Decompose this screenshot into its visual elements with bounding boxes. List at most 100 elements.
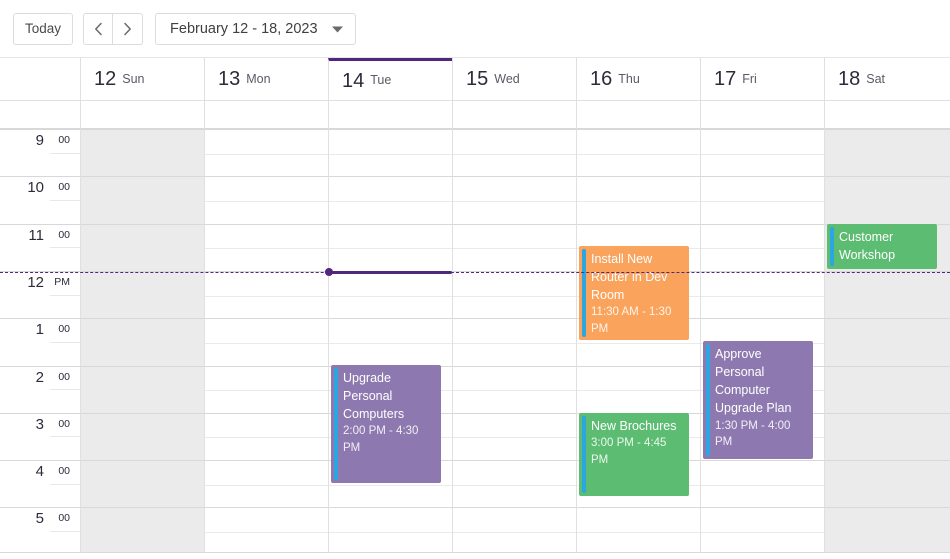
day-column-sun[interactable]	[80, 129, 204, 553]
hour-cell[interactable]	[329, 223, 452, 271]
hour-cell[interactable]	[825, 129, 950, 176]
hour-cell[interactable]	[205, 129, 328, 176]
hour-cell[interactable]	[81, 318, 204, 365]
time-slot-label: 5 00	[0, 507, 80, 554]
hour-text: 3	[35, 415, 44, 433]
all-day-cell-sun[interactable]	[80, 101, 204, 129]
hour-cell[interactable]	[701, 129, 824, 176]
hour-cell[interactable]	[81, 412, 204, 460]
hour-cell[interactable]	[453, 412, 576, 460]
all-day-cell-tue[interactable]	[328, 101, 452, 129]
hour-cell[interactable]	[81, 270, 204, 318]
time-slot-label: 2 00	[0, 365, 80, 413]
calendar-event[interactable]: New Brochures 3:00 PM - 4:45 PM	[579, 413, 689, 496]
day-column-mon[interactable]	[204, 129, 328, 553]
hour-cell[interactable]	[453, 507, 576, 554]
hour-cell[interactable]	[577, 176, 700, 223]
hour-cell[interactable]	[825, 507, 950, 554]
previous-week-button[interactable]	[83, 12, 114, 45]
event-time-range: 11:30 AM - 1:30 PM	[591, 306, 672, 336]
hour-cell[interactable]	[825, 365, 950, 413]
day-header-sun[interactable]: 12 Sun	[80, 58, 204, 101]
hour-cell[interactable]	[453, 129, 576, 176]
hour-cell[interactable]	[701, 176, 824, 223]
time-slot-label: 4 00	[0, 460, 80, 507]
chevron-right-icon	[123, 22, 132, 36]
hour-cell[interactable]	[81, 223, 204, 271]
hour-cell[interactable]	[329, 176, 452, 223]
hour-cell[interactable]	[205, 460, 328, 507]
hour-cell[interactable]	[205, 318, 328, 365]
half-hour-divider	[825, 200, 950, 202]
hour-cell[interactable]	[205, 270, 328, 318]
hour-divider	[0, 223, 80, 225]
day-weekday-name: Sat	[866, 71, 886, 86]
all-day-cell-wed[interactable]	[452, 101, 576, 129]
all-day-row	[0, 101, 950, 129]
hour-cell[interactable]	[701, 460, 824, 507]
today-button[interactable]: Today	[13, 12, 74, 45]
hour-cell[interactable]	[205, 412, 328, 460]
hour-cell[interactable]	[701, 223, 824, 271]
hour-cell[interactable]	[825, 318, 950, 365]
day-header-wed[interactable]: 15 Wed	[452, 58, 576, 101]
hour-cell[interactable]	[453, 318, 576, 365]
half-hour-divider	[701, 532, 824, 534]
minute-or-meridiem-text: 00	[58, 181, 70, 194]
hour-cell[interactable]	[329, 507, 452, 554]
all-day-cell-mon[interactable]	[204, 101, 328, 129]
hour-cell[interactable]	[205, 176, 328, 223]
hour-cell[interactable]	[825, 460, 950, 507]
all-day-cell-fri[interactable]	[700, 101, 824, 129]
hour-cell[interactable]	[453, 365, 576, 413]
hour-cell[interactable]	[577, 507, 700, 554]
hour-cell[interactable]	[81, 129, 204, 176]
day-column-sat[interactable]	[824, 129, 950, 553]
day-header-row: 12 Sun 13 Mon 14 Tue 15 Wed 16 Thu 17 Fri 18 Sat	[0, 58, 950, 101]
all-day-cell-sat[interactable]	[824, 101, 950, 129]
next-week-button[interactable]	[113, 12, 144, 45]
day-column-wed[interactable]	[452, 129, 576, 553]
hour-cell[interactable]	[577, 129, 700, 176]
calendar-event[interactable]: Approve Personal Computer Upgrade Plan 1:…	[703, 341, 813, 459]
all-day-cell-thu[interactable]	[576, 101, 700, 129]
hour-cell[interactable]	[205, 507, 328, 554]
hour-cell[interactable]	[453, 460, 576, 507]
time-grid[interactable]: 9 00 10 00 11 00 12 PM 1 00 2 00 3 00 4 00 5 00 Install N…	[0, 129, 950, 559]
hour-cell[interactable]	[81, 507, 204, 554]
day-header-tue[interactable]: 14 Tue	[328, 58, 452, 101]
day-header-sat[interactable]: 18 Sat	[824, 58, 950, 101]
half-hour-divider	[50, 199, 80, 201]
hour-cell[interactable]	[81, 176, 204, 223]
hour-text: 4	[35, 463, 44, 481]
hour-cell[interactable]	[453, 223, 576, 271]
hour-cell[interactable]	[825, 412, 950, 460]
date-range-picker[interactable]: February 12 - 18, 2023	[155, 12, 356, 45]
hour-cell[interactable]	[577, 365, 700, 413]
hour-cell[interactable]	[81, 365, 204, 413]
hour-cell[interactable]	[205, 365, 328, 413]
hour-cell[interactable]	[329, 129, 452, 176]
half-hour-divider	[453, 153, 576, 155]
calendar-event[interactable]: Upgrade Personal Computers 2:00 PM - 4:30…	[331, 365, 441, 483]
hour-cell[interactable]	[329, 318, 452, 365]
hour-cell[interactable]	[453, 270, 576, 318]
calendar-event[interactable]: Install New Router in Dev Room 11:30 AM -…	[579, 246, 689, 340]
hour-cell[interactable]	[329, 270, 452, 318]
hour-cell[interactable]	[825, 176, 950, 223]
day-header-mon[interactable]: 13 Mon	[204, 58, 328, 101]
hour-cell[interactable]	[453, 176, 576, 223]
day-header-thu[interactable]: 16 Thu	[576, 58, 700, 101]
chevron-down-icon	[331, 21, 343, 37]
hour-cell[interactable]	[825, 270, 950, 318]
calendar-event[interactable]: Customer Workshop	[827, 224, 937, 269]
hour-cell[interactable]	[701, 270, 824, 318]
half-hour-divider	[453, 532, 576, 534]
day-column-tue[interactable]	[328, 129, 452, 553]
hour-cell[interactable]	[81, 460, 204, 507]
hour-cell[interactable]	[701, 507, 824, 554]
day-weekday-name: Wed	[494, 71, 520, 86]
day-header-fri[interactable]: 17 Fri	[700, 58, 824, 101]
hour-cell[interactable]	[205, 223, 328, 271]
current-time-marker	[325, 270, 452, 274]
